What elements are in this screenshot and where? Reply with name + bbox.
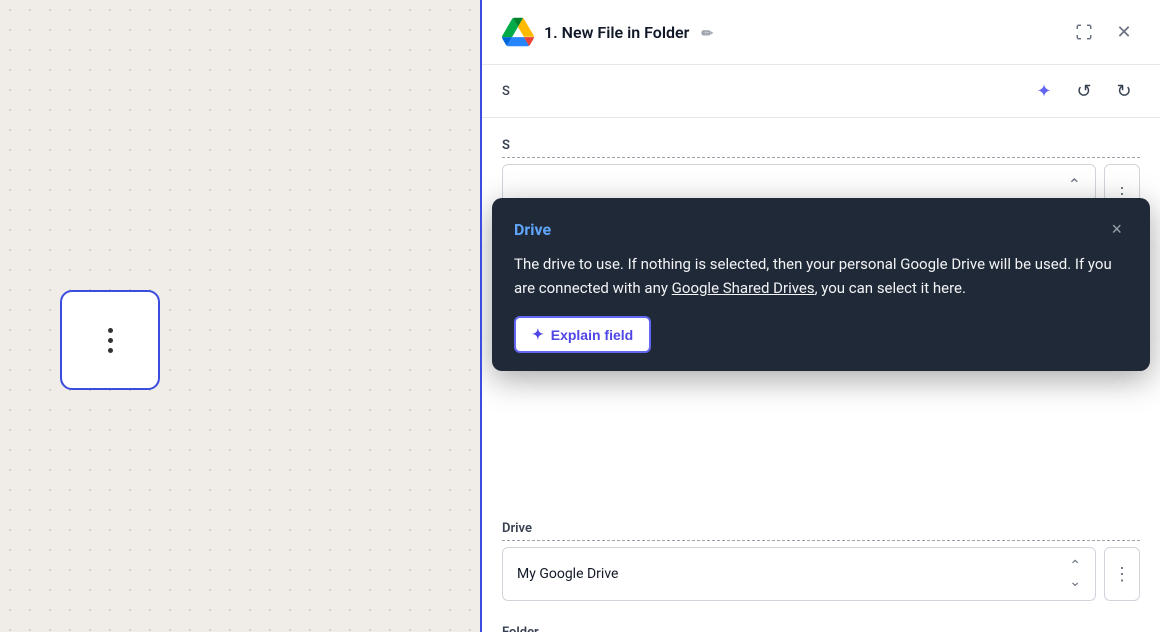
sparkle-button[interactable]: ✦ (1028, 75, 1060, 107)
toolbar-label-s1: S (502, 84, 510, 99)
tooltip-header: Drive × (514, 218, 1128, 240)
field-group-drive: Drive My Google Drive ⌃⌄ ⋮ (502, 521, 1140, 601)
panel-content: S ⌃⌄ ⋮ S * ⌃⌄ (482, 118, 1160, 632)
tooltip-close-button[interactable]: × (1105, 218, 1128, 240)
panel-title: 1. New File in Folder ✏ (544, 23, 1058, 42)
undo-button[interactable]: ↺ (1068, 75, 1100, 107)
left-node-card (60, 290, 160, 390)
shared-drives-link[interactable]: Google Shared Drives (672, 279, 815, 297)
google-drive-logo (502, 16, 534, 48)
dots-vertical-icon-drive: ⋮ (1113, 564, 1131, 585)
step-number: 1. (544, 23, 558, 42)
tooltip-popup: Drive × The drive to use. If nothing is … (492, 198, 1150, 371)
dot-3 (108, 348, 113, 353)
explain-sparkle-icon: ✦ (532, 326, 544, 343)
panel-header: 1. New File in Folder ✏ ✕ (482, 0, 1160, 65)
drive-value: My Google Drive (517, 566, 618, 582)
drive-menu-button[interactable]: ⋮ (1104, 547, 1140, 601)
header-actions: ✕ (1068, 16, 1140, 48)
close-icon: ✕ (1116, 22, 1131, 43)
sparkle-icon: ✦ (1036, 81, 1051, 102)
tooltip-title: Drive (514, 220, 551, 239)
field-label-top: S (502, 138, 1140, 158)
node-dots (108, 328, 113, 353)
toolbar-row: S ✦ ↺ ↻ (482, 65, 1160, 118)
dot-1 (108, 328, 113, 333)
tooltip-body: The drive to use. If nothing is selected… (514, 252, 1128, 300)
redo-icon: ↻ (1116, 81, 1131, 102)
expand-button[interactable] (1068, 16, 1100, 48)
step-name: New File in Folder (562, 23, 690, 42)
redo-button[interactable]: ↻ (1108, 75, 1140, 107)
dot-2 (108, 338, 113, 343)
edit-title-icon[interactable]: ✏ (701, 26, 713, 42)
field-group-folder: Folder 1A4odpplkzH2zHKLaBivTBlNbQJjPxy4p… (502, 625, 1140, 632)
right-panel: 1. New File in Folder ✏ ✕ S ✦ ↺ ↻ (480, 0, 1160, 632)
close-panel-button[interactable]: ✕ (1108, 16, 1140, 48)
tooltip-close-icon: × (1111, 219, 1122, 239)
chevron-updown-drive: ⌃⌄ (1069, 558, 1081, 590)
field-row-drive: My Google Drive ⌃⌄ ⋮ (502, 547, 1140, 601)
field-label-drive: Drive (502, 521, 1140, 541)
undo-icon: ↺ (1076, 81, 1091, 102)
drive-input[interactable]: My Google Drive ⌃⌄ (502, 547, 1096, 601)
explain-field-label: Explain field (551, 327, 633, 343)
field-label-folder: Folder (502, 625, 1140, 632)
explain-field-button[interactable]: ✦ Explain field (514, 316, 651, 353)
